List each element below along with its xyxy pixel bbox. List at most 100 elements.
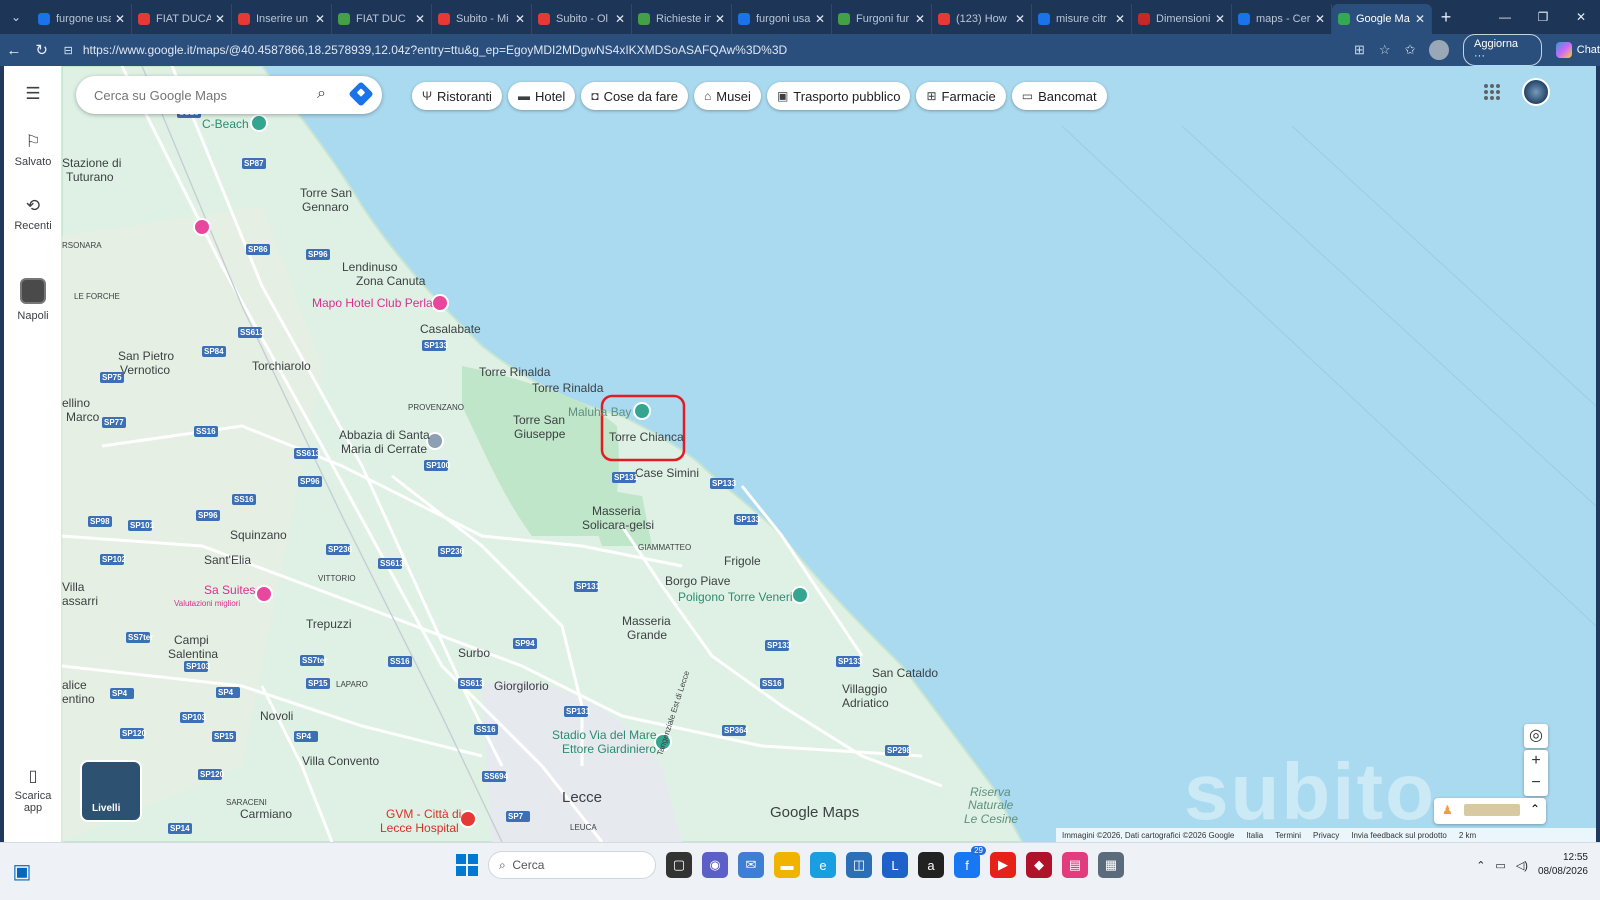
chip-atm[interactable]: ▭ Bancomat — [1011, 82, 1107, 110]
favorites-icon[interactable]: ✩ — [1405, 42, 1416, 58]
favorite-star-icon[interactable]: ☆ — [1379, 42, 1391, 58]
chip-hotel[interactable]: ▬ Hotel — [507, 82, 576, 110]
tray-chevron-icon[interactable]: ⌃ — [1476, 859, 1485, 872]
browser-tab[interactable]: furgoni usa ✕ — [732, 4, 832, 34]
linkedin-app-icon[interactable]: L — [882, 852, 908, 878]
widgets-icon[interactable]: ▣ — [0, 859, 44, 884]
browser-profile-avatar[interactable] — [1429, 40, 1450, 60]
street-view-strip[interactable]: ♟ ⌃ — [1434, 798, 1546, 824]
reload-icon[interactable]: ↻ — [28, 41, 56, 59]
minimize-icon[interactable]: — — [1486, 10, 1524, 24]
account-avatar[interactable] — [1522, 78, 1550, 106]
browser-tab[interactable]: misure citr ✕ — [1032, 4, 1132, 34]
zoom-out-button[interactable]: − — [1524, 772, 1548, 794]
chip-transit[interactable]: ▣ Trasporto pubblico — [766, 82, 911, 110]
taskbar-search[interactable]: ⌕ Cerca — [488, 851, 656, 879]
volume-icon[interactable]: ◁) — [1516, 859, 1528, 872]
tab-close-icon[interactable]: ✕ — [1115, 12, 1125, 26]
tab-close-icon[interactable]: ✕ — [1315, 12, 1325, 26]
imagery-thumbnails[interactable] — [1464, 804, 1520, 816]
tab-close-icon[interactable]: ✕ — [1415, 12, 1425, 26]
app-icon[interactable]: ◆ — [1026, 852, 1052, 878]
attribution-item[interactable]: Italia — [1246, 831, 1263, 840]
close-window-icon[interactable]: ✕ — [1562, 10, 1600, 24]
copilot-chat-button[interactable]: Chat — [1555, 42, 1600, 58]
recent-place-napoli[interactable]: Napoli — [4, 278, 62, 322]
download-app-button[interactable]: ▯ Scarica app — [4, 766, 62, 814]
edge-browser-icon[interactable]: e — [810, 852, 836, 878]
chip-pharmacy[interactable]: ⊞ Farmacie — [916, 82, 1006, 110]
browser-tab[interactable]: Subito - Ol ✕ — [532, 4, 632, 34]
tab-close-icon[interactable]: ✕ — [1215, 12, 1225, 26]
clock[interactable]: 12:55 08/08/2026 — [1538, 851, 1588, 879]
map-label: Valutazioni migliori — [174, 599, 240, 608]
youtube-icon[interactable]: ▶ — [990, 852, 1016, 878]
browser-tab[interactable]: (123) How ✕ — [932, 4, 1032, 34]
teams-icon[interactable]: ◉ — [702, 852, 728, 878]
road-shield: SP15 — [212, 731, 236, 742]
pegman-icon[interactable]: ♟ — [1442, 803, 1453, 817]
map-canvas[interactable]: C-Beach Stazione di Tuturano Torre San G… — [62, 66, 1596, 842]
browser-tab[interactable]: Richieste in ✕ — [632, 4, 732, 34]
calculator-icon[interactable]: ▦ — [1098, 852, 1124, 878]
tab-close-icon[interactable]: ✕ — [215, 12, 225, 26]
menu-hamburger-icon[interactable]: ☰ — [4, 84, 62, 108]
road-shield-label: SP84 — [204, 347, 224, 356]
url-field[interactable]: ⊟ https://www.google.it/maps/@40.4587866… — [64, 38, 1354, 62]
tab-list-chevron-icon[interactable]: ⌄ — [0, 0, 32, 34]
attribution-item[interactable]: Invia feedback sul prodotto — [1351, 831, 1447, 840]
tab-close-icon[interactable]: ✕ — [815, 12, 825, 26]
mail-icon[interactable]: ✉ — [738, 852, 764, 878]
chip-restaurant[interactable]: Ψ Ristoranti — [412, 82, 502, 110]
tab-close-icon[interactable]: ✕ — [615, 12, 625, 26]
maximize-icon[interactable]: ❐ — [1524, 10, 1562, 24]
store-icon[interactable]: ◫ — [846, 852, 872, 878]
task-view-icon[interactable]: ▢ — [666, 852, 692, 878]
split-screen-icon[interactable]: ⊞ — [1354, 42, 1365, 58]
tab-close-icon[interactable]: ✕ — [715, 12, 725, 26]
back-icon[interactable]: ← — [0, 42, 28, 59]
browser-tab[interactable]: maps - Cer ✕ — [1232, 4, 1332, 34]
facebook-icon[interactable]: f 29 — [954, 846, 986, 878]
browser-tab[interactable]: FIAT DUCAT ✕ — [132, 4, 232, 34]
browser-tab[interactable]: Google Ma ✕ — [1332, 4, 1432, 34]
browser-tab[interactable]: Furgoni fur ✕ — [832, 4, 932, 34]
road-shield-label: SP101 — [130, 521, 155, 530]
directions-icon[interactable] — [348, 81, 374, 107]
my-location-icon[interactable]: ◎ — [1524, 724, 1548, 748]
tab-close-icon[interactable]: ✕ — [415, 12, 425, 26]
google-apps-icon[interactable] — [1484, 84, 1500, 100]
site-info-icon[interactable]: ⊟ — [64, 44, 73, 57]
zoom-in-button[interactable]: + — [1524, 750, 1548, 772]
new-tab-button[interactable]: + — [1432, 7, 1460, 28]
tab-close-icon[interactable]: ✕ — [115, 12, 125, 26]
start-windows-icon[interactable] — [456, 854, 478, 876]
search-icon[interactable]: ⌕ — [317, 85, 326, 103]
update-button[interactable]: Aggiorna ··· — [1463, 34, 1542, 66]
tab-close-icon[interactable]: ✕ — [915, 12, 925, 26]
browser-tab[interactable]: Inserire un ✕ — [232, 4, 332, 34]
expand-chevron-icon[interactable]: ⌃ — [1530, 802, 1540, 816]
layers-button[interactable]: Livelli — [80, 760, 142, 822]
amazon-icon[interactable]: a — [918, 852, 944, 878]
file-explorer-icon[interactable]: ▬ — [774, 852, 800, 878]
maps-viewport[interactable]: ☰ ⚐ Salvato ⟲ Recenti Napoli ▯ Scarica a… — [4, 66, 1596, 842]
chip-camera[interactable]: ◘ Cose da fare — [581, 82, 688, 110]
tab-close-icon[interactable]: ✕ — [515, 12, 525, 26]
attribution-item[interactable]: Privacy — [1313, 831, 1339, 840]
search-input[interactable] — [94, 87, 304, 103]
saved-button[interactable]: ⚐ Salvato — [4, 132, 62, 168]
chip-museum[interactable]: ⌂ Musei — [694, 82, 761, 110]
network-icon[interactable]: ▭ — [1495, 859, 1505, 872]
recent-button[interactable]: ⟲ Recenti — [4, 196, 62, 232]
download-label: Scarica app — [14, 790, 52, 814]
tv-app-icon[interactable]: ▤ — [1062, 852, 1088, 878]
browser-tab[interactable]: Subito - Mi ✕ — [432, 4, 532, 34]
browser-tab[interactable]: FIAT DUC ✕ — [332, 4, 432, 34]
tab-close-icon[interactable]: ✕ — [315, 12, 325, 26]
browser-tab[interactable]: furgone usa ✕ — [32, 4, 132, 34]
browser-tab[interactable]: Dimensioni ✕ — [1132, 4, 1232, 34]
tab-close-icon[interactable]: ✕ — [1015, 12, 1025, 26]
maps-search-box[interactable]: ⌕ — [76, 76, 382, 114]
attribution-item[interactable]: Termini — [1275, 831, 1301, 840]
